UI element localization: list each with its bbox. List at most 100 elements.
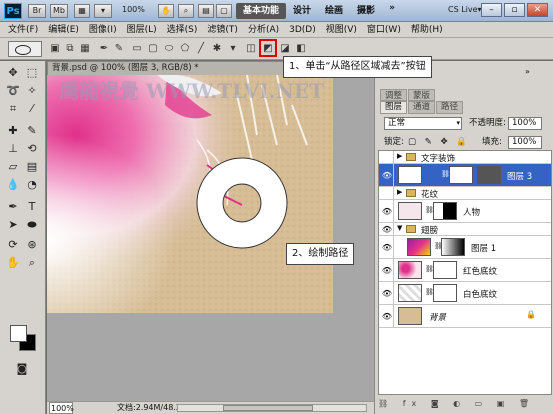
3d-orbit-icon[interactable]: ⊛ [24, 237, 40, 253]
workspace-painting[interactable]: 绘画 [318, 3, 350, 19]
fx-icon[interactable]: fx [403, 399, 423, 408]
tab-layers[interactable]: 图层 [380, 101, 408, 114]
freeform-pen-icon[interactable]: ✎ [112, 42, 126, 56]
eraser-tool-icon[interactable]: ▱ [5, 159, 21, 175]
fill-pixels-icon[interactable]: ▦ [78, 42, 92, 56]
eye-icon[interactable]: 👁 [381, 200, 394, 222]
path-select-icon[interactable]: ➤ [5, 217, 21, 233]
zoom-tool-side-icon[interactable]: ⌕ [24, 255, 40, 271]
opacity-field[interactable]: 100% [508, 117, 542, 130]
shape-layers-icon[interactable]: ▣ [48, 42, 62, 56]
brush-tool-icon[interactable]: ✎ [24, 123, 40, 139]
healing-brush-icon[interactable]: ✚ [5, 123, 21, 139]
custom-shape-icon[interactable]: ✱ [210, 42, 224, 56]
line-shape-icon[interactable]: ╱ [194, 42, 208, 56]
mini-bridge-button[interactable]: Mb [50, 4, 68, 18]
status-zoom-field[interactable]: 100% [49, 402, 74, 414]
tab-masks[interactable]: 蒙版 [408, 89, 436, 101]
polygon-shape-icon[interactable]: ⬠ [178, 42, 192, 56]
new-group-icon[interactable]: ▭ [475, 399, 489, 408]
paths-mode-icon[interactable]: ⧉ [63, 42, 77, 56]
layer-red-texture-row[interactable]: 👁 ⛓ 红色底纹 [379, 259, 551, 282]
tab-channels[interactable]: 通道 [408, 101, 436, 114]
menu-edit[interactable]: 编辑(E) [43, 22, 84, 37]
type-tool-icon[interactable]: T [24, 199, 40, 215]
geometry-options-icon[interactable]: ▾ [226, 42, 240, 56]
exclude-path-icon[interactable]: ◧ [294, 42, 308, 56]
cs-live-button[interactable]: CS Live▾ [448, 5, 482, 14]
screen-mode-icon[interactable]: ▢ [216, 4, 232, 18]
tool-preset-picker[interactable] [8, 41, 42, 57]
workspace-essentials[interactable]: 基本功能 [236, 3, 287, 19]
workspace-more[interactable]: » [382, 3, 402, 19]
clone-stamp-icon[interactable]: ⊥ [5, 141, 21, 157]
adjustment-layer-icon[interactable]: ◐ [453, 399, 466, 408]
menu-3d[interactable]: 3D(D) [284, 22, 321, 37]
pen-tool-side-icon[interactable]: ✒ [5, 199, 21, 215]
hand-tool-side-icon[interactable]: ✋ [5, 255, 21, 271]
ellipse-shape-icon[interactable]: ⬭ [162, 42, 176, 56]
horizontal-scrollbar[interactable] [177, 404, 367, 412]
tab-paths[interactable]: 路径 [436, 101, 464, 114]
panel-collapse-icon[interactable]: » [525, 67, 530, 76]
gradient-tool-icon[interactable]: ▤ [24, 159, 40, 175]
marquee-tool-icon[interactable]: ⬚ [24, 65, 40, 81]
tab-adjustments[interactable]: 调整 [380, 89, 408, 101]
foreground-color-swatch[interactable] [10, 325, 27, 342]
add-mask-icon[interactable]: ◙ [431, 399, 445, 408]
bridge-button[interactable]: Br [28, 4, 46, 18]
layer-1-row[interactable]: 👁 ⛓ 图层 1 [379, 236, 551, 259]
expand-arrow-icon[interactable]: ▶ [397, 152, 402, 160]
add-to-path-icon[interactable]: ◫ [244, 42, 258, 56]
intersect-path-icon[interactable]: ◪ [278, 42, 292, 56]
visibility-toggle[interactable] [381, 151, 394, 163]
document-area[interactable]: 鹰龍視覺 WWW.TLVI.NET [47, 75, 374, 401]
eye-icon[interactable]: 👁 [381, 164, 394, 186]
layer-background-row[interactable]: 👁 背景 🔒 [379, 305, 551, 328]
visibility-toggle[interactable] [381, 187, 394, 199]
close-icon[interactable]: ✕ [527, 3, 548, 17]
pen-tool-icon[interactable]: ✒ [97, 42, 111, 56]
menu-image[interactable]: 图像(I) [84, 22, 122, 37]
ellipse-tool-icon[interactable]: ⬬ [24, 217, 40, 233]
eye-icon[interactable]: 👁 [381, 305, 394, 327]
layer-group-wings[interactable]: 👁 ▼ 翅膀 [379, 223, 551, 236]
menu-window[interactable]: 窗口(W) [362, 22, 406, 37]
workspace-design[interactable]: 设计 [286, 3, 318, 19]
view-options-icon[interactable]: ▾ [94, 4, 112, 18]
layer-person-row[interactable]: 👁 ⛓ 人物 [379, 200, 551, 223]
link-layers-icon[interactable]: ⛓ [378, 399, 394, 408]
expand-arrow-icon[interactable]: ▶ [397, 188, 402, 196]
eye-icon[interactable]: 👁 [381, 236, 394, 258]
lock-icons[interactable]: ▢ ✎ ✥ 🔒 [408, 136, 470, 149]
quick-select-icon[interactable]: ✧ [24, 83, 40, 99]
eye-icon[interactable]: 👁 [381, 259, 394, 281]
canvas[interactable] [47, 75, 333, 313]
rounded-rectangle-icon[interactable]: ▢ [146, 42, 160, 56]
workspace-photography[interactable]: 摄影 [350, 3, 382, 19]
layer-group-pattern[interactable]: ▶ 花纹 [379, 187, 551, 200]
menu-file[interactable]: 文件(F) [3, 22, 43, 37]
blur-tool-icon[interactable]: 💧 [5, 177, 21, 193]
3d-rotate-icon[interactable]: ⟳ [5, 237, 21, 253]
layer-white-texture-row[interactable]: 👁 ⛓ 白色底纹 [379, 282, 551, 305]
collapse-arrow-icon[interactable]: ▼ [397, 224, 402, 232]
trash-icon[interactable]: 🗑 [519, 399, 535, 408]
menu-select[interactable]: 选择(S) [162, 22, 203, 37]
lasso-tool-icon[interactable]: ➰ [5, 83, 21, 99]
menu-layer[interactable]: 图层(L) [122, 22, 162, 37]
eyedropper-icon[interactable]: ⁄ [24, 101, 40, 117]
layer-3-row[interactable]: 👁 ⛓ 图层 3 [379, 164, 551, 187]
extras-icon[interactable]: ▦ [74, 4, 90, 18]
dodge-tool-icon[interactable]: ◔ [24, 177, 40, 193]
zoom-tool-icon[interactable]: ⌕ [178, 4, 194, 18]
layer-group-text-deco[interactable]: ▶ 文字装饰 [379, 151, 551, 164]
scrollbar-thumb[interactable] [223, 405, 313, 411]
menu-help[interactable]: 帮助(H) [406, 22, 448, 37]
rectangle-shape-icon[interactable]: ▭ [130, 42, 144, 56]
history-brush-icon[interactable]: ⟲ [24, 141, 40, 157]
eye-icon[interactable]: 👁 [381, 282, 394, 304]
menu-analysis[interactable]: 分析(A) [243, 22, 284, 37]
eye-icon[interactable]: 👁 [381, 223, 394, 235]
minimize-icon[interactable]: – [481, 3, 502, 17]
